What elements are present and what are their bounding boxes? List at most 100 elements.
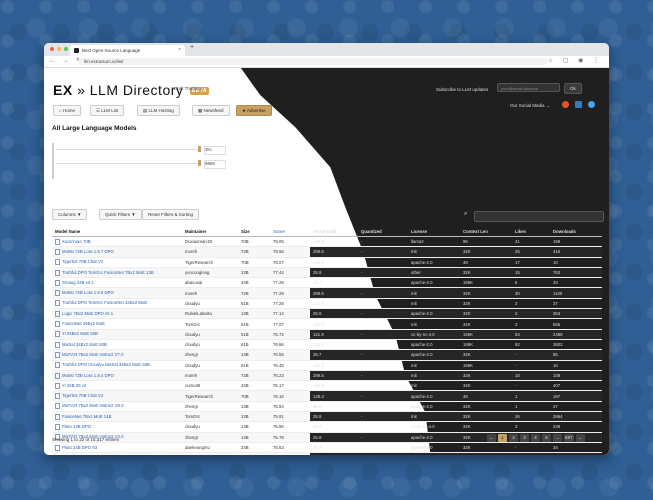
columns-button[interactable]: Columns ▼	[52, 209, 88, 220]
model-name-link[interactable]: MoMo 72B Lora 1.8.4 DPO	[52, 370, 182, 382]
page-button[interactable]: ...	[553, 434, 562, 442]
table-row[interactable]: Pluto 13B DPO cloudyu 13B 75.86 25.9- cc-by-n…	[52, 421, 602, 433]
col-license[interactable]: License	[408, 226, 460, 237]
browser-tools-icon[interactable]: ☆ ▢ ◉ ⋮	[548, 57, 603, 64]
reddit-icon[interactable]	[562, 101, 569, 108]
col-vram[interactable]: VRAM (GB)	[310, 226, 358, 237]
model-name-link[interactable]: Yi 34Bx2 MoE 60B	[52, 329, 182, 340]
model-name-link[interactable]: MixTAO 7Bx2 MoE Instruct V7.0	[52, 349, 182, 361]
model-name-link[interactable]: FusionNet 7Bx2 MoE 14B	[52, 411, 182, 423]
range-track-bottom[interactable]	[56, 163, 198, 164]
model-name-link[interactable]: FusionNet 34Bx2 MoE	[52, 318, 182, 330]
table-row[interactable]: MoMo 72B Lora 1.8.7 DPO moreh 72B 78.56 289.…	[52, 246, 602, 258]
model-name-link[interactable]: Tigerbot 70B Chat V4	[52, 390, 182, 402]
col-downloads[interactable]: Downloads	[550, 226, 602, 237]
ok-button[interactable]: Ok	[564, 83, 582, 94]
model-name-link[interactable]: Yi 34B 20 v2	[52, 380, 182, 392]
range-track-top[interactable]	[56, 149, 198, 150]
page-button[interactable]: ←	[487, 434, 496, 442]
vram-cell: 121.9	[310, 298, 358, 310]
table-row[interactable]: Supermario V2vanillaOVO7B75.6014.4-apach…	[52, 452, 602, 455]
reset-filters-button[interactable]: Reset Filters & Sorting	[142, 209, 200, 220]
table-row[interactable]: Smaug 34B v0.1 abacusai 34B 77.29 69.2- apach…	[52, 277, 602, 289]
table-row[interactable]: MixTAO 7Bx2 MoE Instruct V7.0 zhengr 13B 76…	[52, 349, 602, 361]
email-input[interactable]: your@email.address	[497, 83, 560, 92]
table-row[interactable]: Pluto 24B DPO 63 daekeungmu 24B 75.63 25.9- a…	[52, 442, 602, 454]
table-row[interactable]: Logic 7Bx2 MoE DPO v0.1 RubielLabarta 13B 7…	[52, 308, 602, 320]
col-likes[interactable]: Likes	[512, 226, 550, 237]
model-name-text: Truthful DPO Cloudyu Mixtral 34Bx2 MoE 6…	[62, 362, 150, 368]
close-tab-icon[interactable]: ×	[178, 45, 181, 56]
table-row[interactable]: FusionNet 7Bx2 MoE 14B TomGrc 13B 75.91 25.9…	[52, 411, 602, 423]
table-row[interactable]: Truthful DPO TomGrc FusionNet 34Bx2 MoE c…	[52, 298, 602, 310]
twitter-icon[interactable]	[588, 101, 595, 108]
model-name-link[interactable]: MoMo 72B Lora 1.8.6 DPO	[52, 287, 182, 299]
file-icon	[55, 423, 60, 430]
browser-tab[interactable]: Best Open-Source Language ×	[70, 45, 185, 56]
nav-llm-hosting-button[interactable]: ▤ LLM Hosting	[137, 105, 180, 116]
table-row[interactable]: Truthful DPO TomGrc FusionNet 7Bx2 MoE 1…	[52, 267, 602, 279]
nav-advertise-button[interactable]: ★ Advertise	[236, 105, 272, 116]
model-name-link[interactable]: Truthful DPO TomGrc FusionNet 34Bx2 MoE	[52, 298, 182, 310]
quantized-cell: -	[358, 421, 408, 433]
nav-home-button[interactable]: ⌂ Home	[53, 105, 81, 116]
page-button[interactable]: 2	[509, 434, 518, 442]
vram-cell: 25.9	[310, 411, 358, 423]
model-name-link[interactable]: Smaug 34B v0.1	[52, 277, 182, 289]
page-button[interactable]: 1	[498, 434, 507, 442]
model-name-link[interactable]: Truthful DPO TomGrc FusionNet 7Bx2 MoE 1…	[52, 267, 182, 279]
close-dot[interactable]	[50, 47, 54, 51]
col-context-len[interactable]: Context Len	[460, 226, 512, 237]
col-model-name[interactable]: Model Name	[52, 226, 182, 237]
table-row[interactable]: Tigerbot 70B Chat V2 TigerResearch 70B 78.0…	[52, 257, 602, 268]
quick-filters-button[interactable]: Quick Filters ▼	[99, 209, 142, 220]
model-name-link[interactable]: Pluto 24B DPO 63	[52, 442, 182, 454]
model-name-link[interactable]: MoMo 72B Lora 1.8.7 DPO	[52, 246, 182, 258]
table-row[interactable]: Tigerbot 70B Chat V4 TigerResearch 70B 76.1…	[52, 390, 602, 402]
size-cell: 70B	[238, 236, 270, 248]
search-input[interactable]	[474, 211, 604, 222]
downloads-cell: 363	[550, 308, 602, 320]
table-row[interactable]: FusionNet 34Bx2 MoE TomGrc 61B 77.07 121.2- m…	[52, 318, 602, 330]
table-row[interactable]: Yi 34Bx2 MoE 60B cloudyu 61B 76.72 121.9- cc-…	[52, 329, 602, 340]
downloads-cell: 2488	[550, 329, 602, 340]
new-tab-button[interactable]: +	[190, 44, 194, 51]
model-name-link[interactable]: Logic 7Bx2 MoE DPO v0.1	[52, 308, 182, 320]
table-row[interactable]: MixTAO 7Bx2 MoE Instruct V8.0 zhengr 13B 75…	[52, 401, 602, 413]
linkedin-icon[interactable]	[575, 101, 582, 108]
table-row[interactable]: Yi 34B 20 v2 cumo45 34B 76.17 121.9- mit 32K -4…	[52, 380, 602, 392]
page-button[interactable]: 4	[531, 434, 540, 442]
table-row[interactable]: Mixtral 34Bx2 MoE 60B cloudyu 61B 76.66 121.…	[52, 339, 602, 351]
table-row[interactable]: MoMo 72B Lora 1.8.6 DPO moreh 72B 77.29 289.…	[52, 287, 602, 299]
page-button[interactable]: 697	[564, 434, 574, 442]
range-min-field[interactable]: 3%	[204, 146, 226, 155]
range-handle-top[interactable]	[198, 146, 201, 152]
page-button[interactable]: 5	[542, 434, 551, 442]
table-row[interactable]: Truthful DPO Cloudyu Mixtral 34Bx2 MoE 6…	[52, 360, 602, 371]
range-handle-bottom[interactable]	[198, 160, 201, 166]
url-field[interactable]: llm.extractum.io/list/	[78, 58, 548, 65]
maximize-dot[interactable]	[64, 47, 68, 51]
range-max-field[interactable]: 986K	[204, 160, 226, 169]
col-score[interactable]: Score	[270, 226, 310, 237]
col-maintainer[interactable]: Maintainer	[182, 226, 238, 237]
model-name-link[interactable]: Pluto 13B DPO	[52, 421, 182, 433]
table-row[interactable]: XuanYuan 70B Duxiaoman-DI 70B 79.05 138.3- ll…	[52, 236, 602, 248]
theme-toggle[interactable]: Dark Theme ◐	[174, 86, 203, 91]
minimize-dot[interactable]	[57, 47, 61, 51]
nav-llm-list-button[interactable]: ☰ LLM List	[90, 105, 125, 116]
page-button[interactable]: →	[575, 434, 585, 442]
model-name-link[interactable]: Supermario V2	[52, 452, 182, 455]
table-row[interactable]: MoMo 72B Lora 1.8.4 DPO moreh 72B 76.23 289.…	[52, 370, 602, 382]
model-name-link[interactable]: XuanYuan 70B	[52, 236, 182, 248]
page-button[interactable]: 3	[520, 434, 529, 442]
col-size[interactable]: Size	[238, 226, 270, 237]
model-name-link[interactable]: Truthful DPO Cloudyu Mixtral 34Bx2 MoE 6…	[52, 360, 182, 371]
model-name-link[interactable]: MixTAO 7Bx2 MoE Instruct V8.0	[52, 401, 182, 413]
model-name-link[interactable]: Tigerbot 70B Chat V2	[52, 257, 182, 268]
license-cell: apache-2.0	[408, 308, 460, 320]
col-quantized[interactable]: Quantized	[358, 226, 408, 237]
model-name-link[interactable]: Mixtral 34Bx2 MoE 60B	[52, 339, 182, 351]
nav-newsfeed-button[interactable]: ▦ Newsfeed	[192, 105, 230, 116]
license-cell: apache-2.0	[408, 432, 460, 443]
